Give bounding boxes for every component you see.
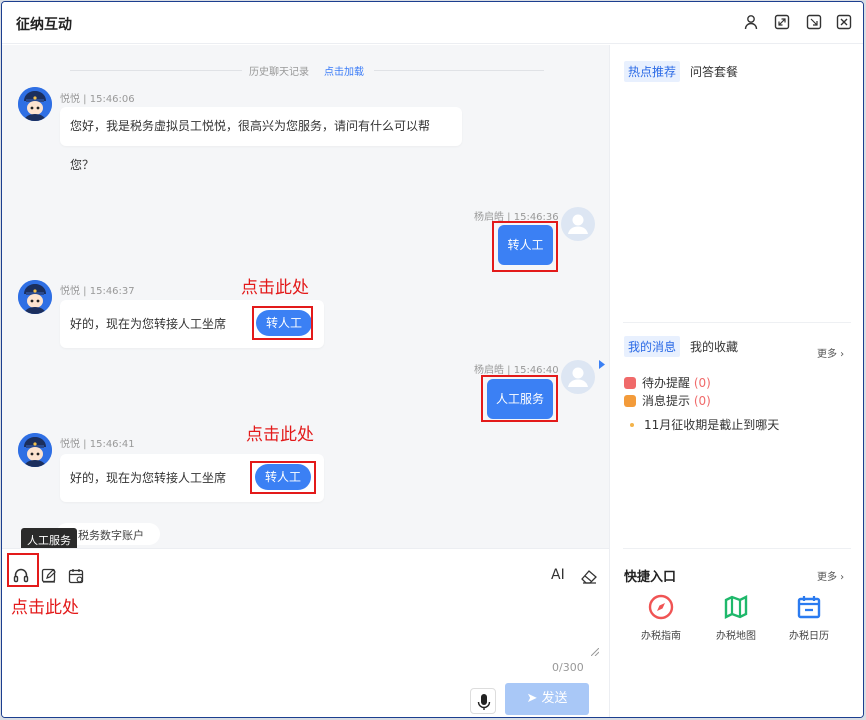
microphone-button[interactable] <box>470 688 496 714</box>
bell-icon <box>624 395 636 407</box>
highlight-box <box>492 221 558 272</box>
send-icon: ➤ <box>526 691 542 706</box>
message-meta: 悦悦 | 15:46:37 <box>60 286 135 297</box>
assistant-avatar <box>18 87 52 121</box>
compass-icon <box>648 594 674 620</box>
chat-panel: 历史聊天记录 点击加载 悦悦 | 15:46:06 您好，我是税务虚拟员工悦悦，… <box>2 45 609 717</box>
chat-window: 征纳互动 历史聊天记录 点击加载 悦悦 | 15:46:06 您好，我是税务虚拟… <box>1 1 864 718</box>
more-link[interactable]: 更多 › <box>817 568 844 583</box>
divider <box>623 548 851 549</box>
highlight-box <box>7 553 39 587</box>
tax-calendar-icon <box>797 596 821 619</box>
quick-item-map[interactable]: 办税地图 <box>706 593 766 642</box>
calendar-icon[interactable] <box>67 567 85 585</box>
annotation-label: 点击此处 <box>246 425 314 445</box>
char-counter: 0/300 <box>552 661 584 674</box>
caret-right-icon <box>599 360 605 369</box>
highlight-box <box>481 375 558 422</box>
highlight-box <box>252 306 313 340</box>
eraser-icon[interactable] <box>580 567 598 585</box>
assistant-avatar <box>18 280 52 314</box>
resize-handle-icon[interactable] <box>591 648 599 656</box>
divider <box>623 322 851 323</box>
tab-hot[interactable]: 热点推荐 <box>624 61 681 82</box>
tab-my-messages[interactable]: 我的消息 <box>624 336 681 357</box>
quick-item-guide[interactable]: 办税指南 <box>631 593 691 642</box>
tab-qa-package[interactable]: 问答套餐 <box>690 63 738 80</box>
message-meta: 悦悦 | 15:46:06 <box>60 94 135 105</box>
edit-icon[interactable] <box>40 567 58 585</box>
more-link[interactable]: 更多 › <box>817 345 844 360</box>
annotation-label: 点击此处 <box>241 278 309 298</box>
send-label: 发送 <box>541 691 568 706</box>
bullet-item[interactable]: 11月征收期是截止到哪天 <box>624 416 779 433</box>
user-avatar <box>561 360 595 394</box>
bullet-dot <box>630 423 634 427</box>
annotation-label: 点击此处 <box>11 598 79 618</box>
window-title: 征纳互动 <box>16 17 72 33</box>
message-meta: 杨启皓 | 15:46:40 <box>474 365 559 376</box>
history-label: 历史聊天记录 <box>249 67 309 78</box>
user-avatar <box>561 207 595 241</box>
todo-reminder[interactable]: 待办提醒 (0) <box>624 374 711 391</box>
minimize-icon[interactable] <box>806 14 822 30</box>
send-button[interactable]: ➤ 发送 <box>505 683 589 715</box>
history-divider: 历史聊天记录 点击加载 <box>2 62 609 78</box>
message-meta: 悦悦 | 15:46:41 <box>60 439 135 450</box>
quick-item-calendar[interactable]: 办税日历 <box>779 593 839 642</box>
quick-entry-title: 快捷入口 <box>624 570 677 585</box>
highlight-box <box>250 461 316 494</box>
message-bubble: 您好，我是税务虚拟员工悦悦，很高兴为您服务，请问有什么可以帮您？ <box>60 107 462 172</box>
message-text: 好的，现在为您转接人工坐席 <box>70 317 227 331</box>
assistant-avatar <box>18 433 52 467</box>
ai-label[interactable]: AI <box>551 567 565 583</box>
side-panel: 热点推荐 问答套餐 我的消息 我的收藏 更多 › 待办提醒 (0) 消息提示 (… <box>609 45 863 717</box>
close-icon[interactable] <box>836 14 852 30</box>
expand-icon[interactable] <box>774 14 790 30</box>
message-notice[interactable]: 消息提示 (0) <box>624 392 711 409</box>
tab-my-favorites[interactable]: 我的收藏 <box>690 338 738 355</box>
load-history-link[interactable]: 点击加载 <box>324 63 364 78</box>
message-text: 好的，现在为您转接人工坐席 <box>70 471 227 485</box>
map-icon <box>724 595 748 619</box>
title-bar: 征纳互动 <box>2 2 863 44</box>
clock-icon <box>624 377 636 389</box>
user-icon[interactable] <box>743 14 759 30</box>
